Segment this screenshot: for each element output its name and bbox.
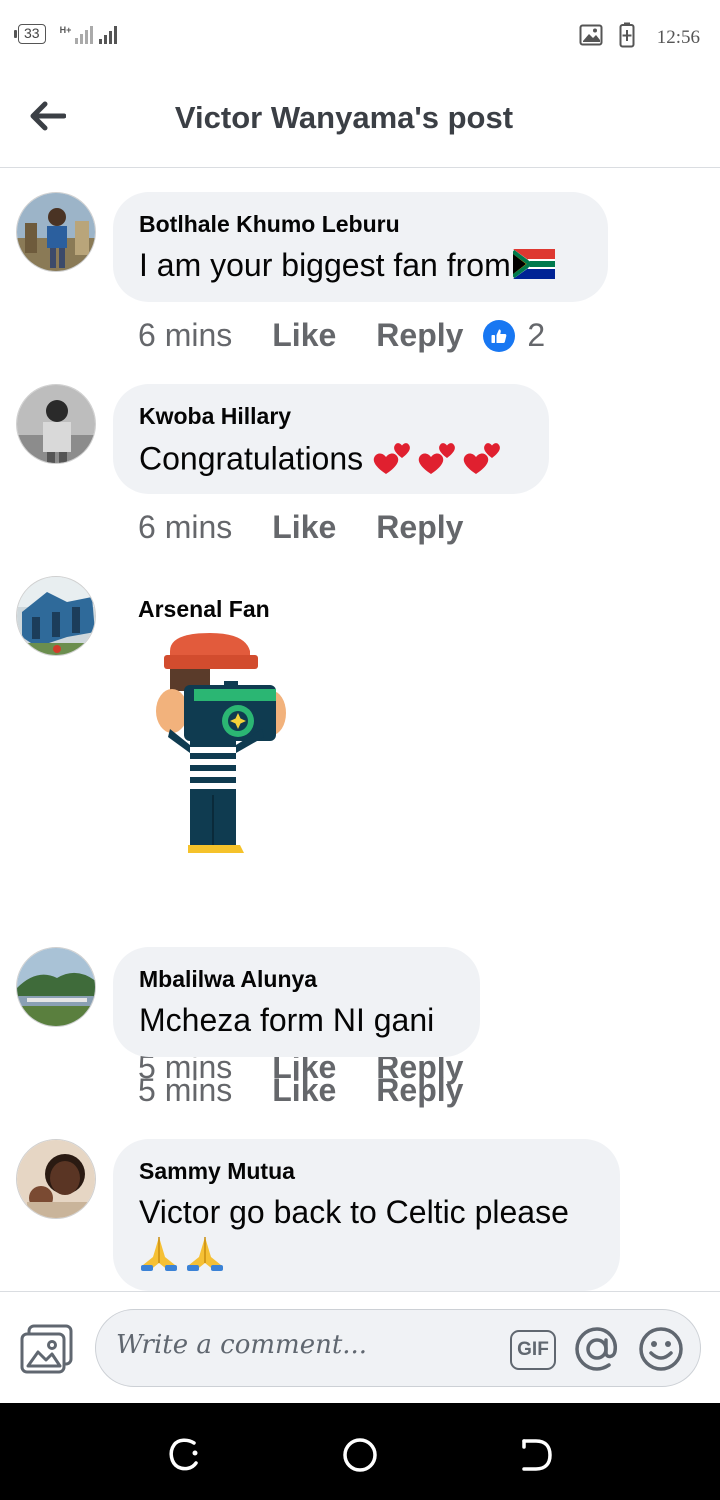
comment-author[interactable]: Botlhale Khumo Leburu: [139, 210, 582, 238]
reply-button[interactable]: Reply: [376, 1072, 463, 1109]
comment-list: Botlhale Khumo Leburu I am your biggest …: [0, 169, 720, 1291]
comment-time[interactable]: 6 mins: [138, 317, 232, 354]
reaction-count: 2: [527, 317, 546, 353]
comment-bubble[interactable]: Botlhale Khumo Leburu I am your biggest …: [113, 192, 608, 302]
thumbs-up-icon: [483, 319, 516, 352]
back-icon[interactable]: [516, 1435, 556, 1475]
comment-input[interactable]: Write a comment...: [116, 1330, 496, 1360]
sticker-photographer[interactable]: [150, 633, 295, 858]
clock: 12:56: [656, 26, 700, 48]
comment-text: Congratulations: [139, 436, 523, 486]
reaction-summary[interactable]: 2: [483, 317, 545, 354]
flag-south-africa-icon: [511, 247, 555, 289]
comment-author[interactable]: Arsenal Fan: [138, 595, 270, 623]
avatar[interactable]: [16, 384, 96, 464]
comment-composer: Write a comment... GIF: [0, 1291, 720, 1403]
signal-icon: H+: [60, 24, 118, 44]
page-title: Victor Wanyama's post: [174, 100, 514, 135]
reply-button[interactable]: Reply: [376, 509, 463, 546]
comment-actions: 6 mins Like Reply: [138, 509, 463, 546]
photo-icon[interactable]: [20, 1324, 74, 1374]
battery-level-badge: 33: [14, 24, 46, 44]
like-button[interactable]: Like: [272, 317, 336, 354]
comment-bubble[interactable]: Mbalilwa Alunya Mcheza form NI gani: [113, 947, 480, 1057]
avatar[interactable]: [16, 1139, 96, 1219]
avatar[interactable]: [16, 576, 96, 656]
comment-text: Mcheza form NI gani: [139, 1002, 435, 1038]
avatar[interactable]: [16, 192, 96, 272]
comment-time[interactable]: 5 mins: [138, 1072, 232, 1109]
image-icon: [579, 24, 603, 51]
app-header: Victor Wanyama's post: [0, 72, 720, 168]
emoji-icon[interactable]: [638, 1326, 684, 1372]
avatar[interactable]: [16, 947, 96, 1027]
gif-button[interactable]: GIF: [510, 1330, 556, 1370]
comment-author[interactable]: Kwoba Hillary: [139, 402, 523, 430]
comment-input-box[interactable]: Write a comment... GIF: [95, 1309, 701, 1387]
recents-icon[interactable]: [164, 1435, 204, 1475]
like-button[interactable]: Like: [272, 1072, 336, 1109]
folded-hands-icon: [139, 1235, 594, 1275]
comment-actions: 6 mins Like Reply 2: [138, 317, 545, 354]
home-icon[interactable]: [340, 1435, 380, 1475]
at-icon[interactable]: [574, 1326, 620, 1372]
comment-time[interactable]: 6 mins: [138, 509, 232, 546]
network-type: H+: [59, 25, 72, 35]
battery-charging-icon: [619, 22, 635, 53]
status-bar: 33 H+ 12:56: [0, 0, 720, 72]
two-hearts-icon: [372, 436, 502, 486]
comment-bubble[interactable]: Kwoba Hillary Congratulations: [113, 384, 549, 494]
comment-actions: 5 mins Like Reply: [138, 1072, 463, 1109]
like-button[interactable]: Like: [272, 509, 336, 546]
reply-button[interactable]: Reply: [376, 317, 463, 354]
comment-bubble[interactable]: Sammy Mutua Victor go back to Celtic ple…: [113, 1139, 620, 1291]
comment-text: I am your biggest fan from: [139, 244, 582, 289]
comment-author[interactable]: Sammy Mutua: [139, 1157, 594, 1185]
comment-author[interactable]: Mbalilwa Alunya: [139, 965, 454, 993]
comment-text: Victor go back to Celtic please: [139, 1194, 569, 1230]
navigation-bar: [0, 1403, 720, 1500]
